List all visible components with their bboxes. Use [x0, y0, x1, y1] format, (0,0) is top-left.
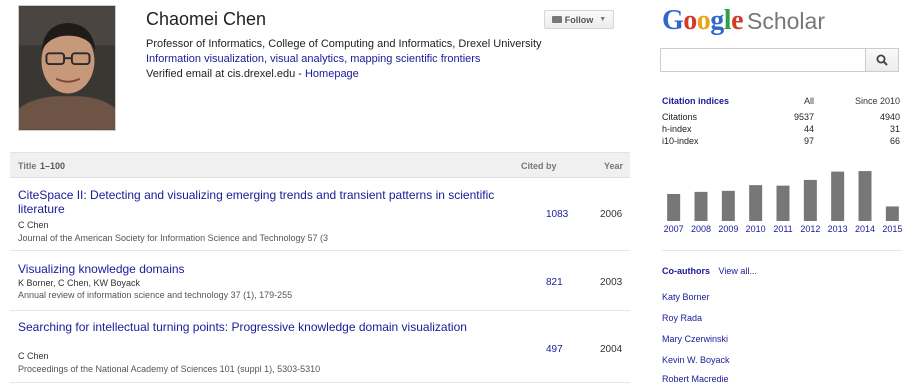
citation-since-value: 66: [889, 136, 900, 146]
citation-all-value: 44: [803, 124, 814, 134]
citation-indices-header: Citation indices All Since 2010: [662, 96, 902, 107]
citation-since-value: 4940: [879, 112, 900, 122]
bar-2009: [721, 190, 735, 221]
x-tick-label: 2010: [746, 224, 766, 234]
profile-verified: Verified email at cis.drexel.edu - Homep…: [146, 68, 359, 80]
article-venue: Journal of the American Society for Info…: [18, 233, 329, 243]
citation-all-value: 97: [803, 136, 814, 146]
profile-interests[interactable]: Information visualization, visual analyt…: [146, 53, 480, 65]
article-authors: C Chen: [18, 351, 49, 361]
article-year: 2006: [600, 209, 623, 220]
x-tick-label: 2008: [691, 224, 711, 234]
citation-row: i10-index 97 66: [662, 136, 902, 147]
x-tick-label: 2009: [718, 224, 738, 234]
citations-per-year-chart: 2007 2008 2009 2010 2011 2012 2013 2014 2015: [664, 171, 902, 234]
x-tick-label: 2014: [855, 224, 875, 234]
citation-row: Citations 9537 4940: [662, 112, 902, 123]
citation-label: h-index: [662, 124, 692, 134]
x-tick-label: 2012: [800, 224, 820, 234]
article-authors: C Chen: [18, 220, 49, 230]
bar-2013: [831, 171, 845, 221]
coauthor-link[interactable]: Kevin W. Boyack: [662, 355, 730, 365]
coauthor-link[interactable]: Katy Borner: [662, 292, 710, 302]
bar-2012: [803, 179, 817, 221]
bar-2010: [749, 185, 763, 221]
profile-photo-image: [19, 6, 115, 130]
search-input[interactable]: [660, 48, 865, 72]
article-cited-by[interactable]: 821: [546, 277, 563, 288]
citation-all-value: 9537: [793, 112, 814, 122]
coauthor-link[interactable]: Robert Macredie: [662, 374, 729, 384]
column-since-header: Since 2010: [854, 96, 900, 106]
article-title[interactable]: CiteSpace II: Detecting and visualizing …: [18, 188, 498, 216]
article-year: 2003: [600, 277, 623, 288]
article-authors: K Borner, C Chen, KW Boyack: [18, 278, 141, 288]
scholar-wordmark: Scholar: [747, 8, 825, 34]
article-title[interactable]: Visualizing knowledge domains: [18, 262, 498, 276]
article-venue: Proceedings of the National Academy of S…: [18, 364, 321, 374]
coauthor-link[interactable]: Mary Czerwinski: [662, 334, 728, 344]
search-icon: [876, 54, 888, 66]
chevron-down-icon: ▼: [599, 16, 607, 23]
article-year: 2004: [600, 344, 623, 355]
column-cited-by-header[interactable]: Cited by: [521, 161, 557, 171]
profile-name: Chaomei Chen: [146, 9, 267, 29]
table-row: CiteSpace II: Detecting and visualizing …: [10, 178, 630, 251]
follow-label: Follow: [564, 14, 594, 25]
divider: [662, 250, 902, 251]
x-tick-label: 2015: [882, 224, 902, 234]
profile-affiliation: Professor of Informatics, College of Com…: [146, 38, 542, 50]
article-range: 1–100: [40, 161, 66, 171]
verified-separator: -: [298, 68, 302, 80]
view-all-link[interactable]: View all...: [719, 266, 757, 276]
homepage-link[interactable]: Homepage: [305, 68, 359, 80]
bar-2015: [885, 206, 899, 221]
bar-2007: [667, 193, 681, 221]
citation-row: h-index 44 31: [662, 124, 902, 135]
bar-2011: [776, 185, 790, 221]
articles-table-header: Title 1–100 Cited by Year: [10, 152, 630, 178]
coauthors-title: Co-authors: [662, 266, 710, 276]
article-cited-by[interactable]: 1083: [546, 209, 568, 220]
column-year-header[interactable]: Year: [604, 161, 623, 171]
follow-button[interactable]: Follow ▼: [544, 10, 614, 29]
x-tick-label: 2011: [773, 224, 792, 234]
x-tick-label: 2007: [664, 224, 684, 234]
citation-label: i10-index: [662, 136, 699, 146]
article-cited-by[interactable]: 497: [546, 344, 563, 355]
verified-email: Verified email at cis.drexel.edu: [146, 68, 296, 80]
search-button[interactable]: [865, 48, 899, 72]
column-all-header: All: [803, 96, 814, 106]
citation-since-value: 31: [889, 124, 900, 134]
bar-2008: [694, 191, 708, 221]
citation-label: Citations: [662, 112, 698, 122]
citation-indices-title: Citation indices: [662, 96, 730, 106]
table-row: Searching for intellectual turning point…: [10, 311, 630, 383]
coauthor-link[interactable]: Roy Rada: [662, 313, 702, 323]
mail-icon: [551, 16, 562, 23]
article-title[interactable]: Searching for intellectual turning point…: [18, 320, 498, 334]
google-wordmark: Google: [662, 5, 743, 36]
coauthors-header: Co-authors View all...: [662, 266, 757, 276]
table-row: Visualizing knowledge domains K Borner, …: [10, 251, 630, 311]
bar-2014: [858, 171, 872, 221]
google-scholar-logo[interactable]: Google Scholar: [662, 4, 825, 37]
article-venue: Annual review of information science and…: [18, 290, 293, 300]
x-tick-label: 2013: [828, 224, 848, 234]
column-title-header[interactable]: Title: [18, 161, 36, 171]
profile-photo: [18, 5, 116, 131]
